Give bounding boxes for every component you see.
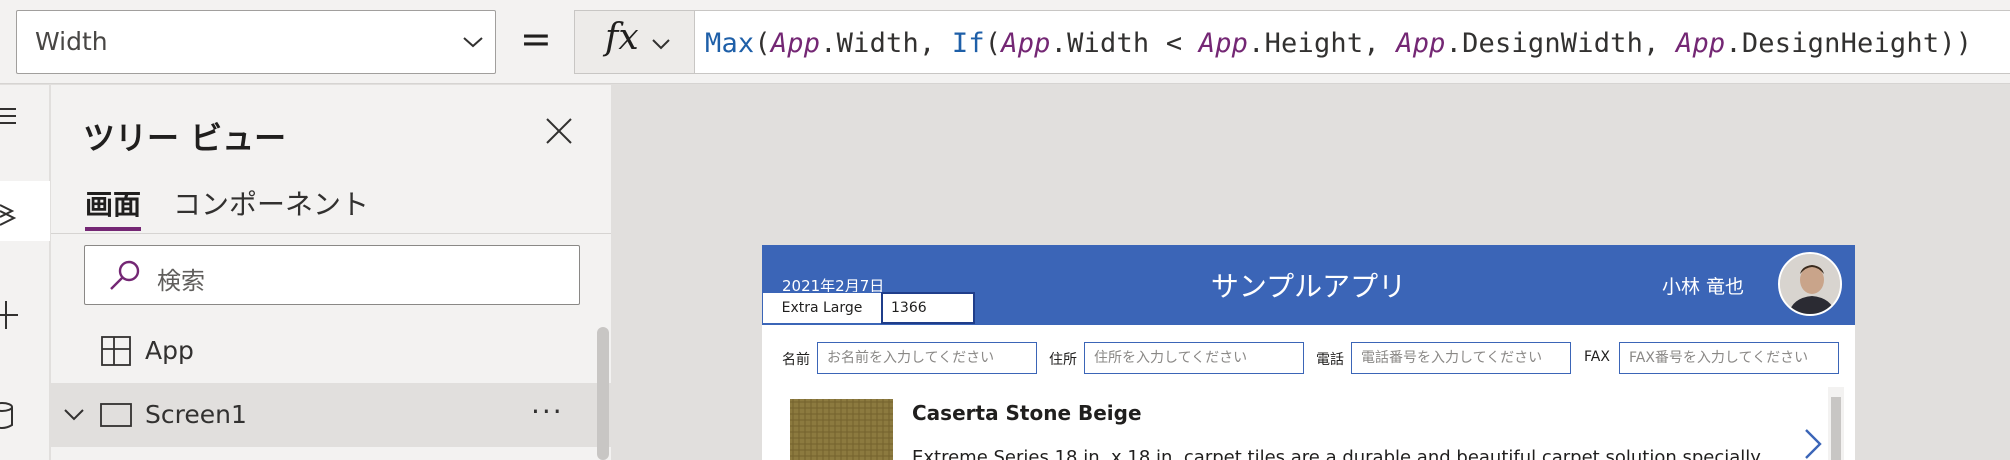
search-placeholder: 検索 (157, 267, 205, 295)
scrollbar[interactable] (1828, 387, 1844, 460)
tree-view-panel: ツリー ビュー 画面 コンポーネント 検索 App Screen1 ··· (51, 85, 611, 460)
search-icon (110, 260, 140, 290)
divider (51, 233, 611, 234)
formula-token: .DesignHeight)) (1725, 28, 1973, 59)
screen-icon (100, 403, 132, 427)
product-image (790, 399, 893, 460)
design-canvas: 2021年2月7日 サンプルアプリ 小林 竜也 Extra Large 1366… (612, 85, 2010, 460)
size-value: 1366 (881, 292, 975, 324)
formula-text: Max(App.Width, If(App.Width < App.Height… (705, 28, 1972, 59)
name-label: 名前 (782, 352, 810, 368)
left-rail (0, 85, 50, 460)
close-icon[interactable] (545, 117, 573, 145)
address-label: 住所 (1049, 352, 1077, 368)
app-preview: 2021年2月7日 サンプルアプリ 小林 竜也 Extra Large 1366… (762, 245, 1855, 460)
tab-screens-label: 画面 (85, 188, 142, 221)
formula-bar: Width = fx Max(App.Width, If(App.Width <… (0, 0, 2010, 84)
fx-icon: fx (605, 17, 639, 58)
fax-field[interactable]: FAX番号を入力してください (1619, 342, 1839, 374)
avatar-image (1780, 254, 1840, 314)
phone-field[interactable]: 電話番号を入力してください (1351, 342, 1571, 374)
tree-node-label: Screen1 (145, 400, 247, 429)
fax-label: FAX (1584, 349, 1610, 365)
formula-token: App (1396, 28, 1446, 59)
phone-label: 電話 (1316, 352, 1344, 368)
formula-token: App (1001, 28, 1051, 59)
insert-plus-icon[interactable] (0, 285, 50, 345)
tree-view-title: ツリー ビュー (83, 119, 287, 157)
product-description: Extreme Series 18 in. x 18 in. carpet ti… (912, 447, 1761, 460)
formula-token: Max (705, 28, 755, 59)
scrollbar[interactable] (597, 327, 609, 460)
tree-node-label: App (145, 336, 194, 365)
search-input[interactable]: 検索 (84, 245, 580, 305)
formula-token: If (951, 28, 985, 59)
app-grid-icon (101, 336, 131, 366)
formula-token: App (1676, 28, 1726, 59)
tab-components[interactable]: コンポーネント (173, 183, 369, 223)
fx-button[interactable]: fx (574, 10, 694, 74)
property-value: Width (35, 27, 108, 56)
address-field[interactable]: 住所を入力してください (1084, 342, 1304, 374)
user-name: 小林 竜也 (1662, 276, 1745, 298)
formula-token: .Width < (1050, 28, 1199, 59)
formula-token: .Width, (820, 28, 952, 59)
formula-token: .DesignWidth, (1445, 28, 1676, 59)
layers-icon[interactable] (0, 181, 50, 241)
formula-token: .Height, (1248, 28, 1397, 59)
hamburger-menu-icon[interactable] (0, 85, 50, 145)
chevron-right-icon[interactable] (1802, 427, 1824, 460)
property-dropdown[interactable]: Width (16, 10, 496, 74)
app-header: 2021年2月7日 サンプルアプリ 小林 竜也 Extra Large 1366 (762, 245, 1855, 325)
chevron-down-icon (463, 37, 483, 48)
chevron-down-icon[interactable] (63, 407, 85, 423)
input-fields-row: 名前 お名前を入力してください 住所 住所を入力してください 電話 電話番号を入… (762, 340, 1855, 376)
formula-token: App (770, 28, 821, 59)
name-field[interactable]: お名前を入力してください (817, 342, 1037, 374)
tree-node-screen1[interactable]: Screen1 ··· (51, 383, 611, 447)
formula-input[interactable]: Max(App.Width, If(App.Width < App.Height… (694, 10, 2010, 74)
more-options-button[interactable]: ··· (531, 395, 564, 428)
scrollbar-thumb[interactable] (1831, 397, 1841, 460)
equals-sign: = (520, 17, 552, 61)
product-name: Caserta Stone Beige (912, 401, 1142, 425)
formula-token: ( (754, 28, 771, 59)
list-item[interactable]: Caserta Stone Beige Extreme Series 18 in… (762, 387, 1855, 460)
tab-components-label: コンポーネント (173, 188, 370, 221)
tree-node-app[interactable]: App (51, 319, 611, 383)
avatar (1778, 252, 1842, 316)
data-cylinder-icon[interactable] (0, 385, 50, 445)
active-tab-indicator (85, 227, 142, 231)
chevron-down-icon (652, 39, 670, 50)
size-label: Extra Large (762, 292, 882, 324)
formula-token: App (1198, 28, 1249, 59)
formula-token: ( (984, 28, 1002, 59)
tab-screens[interactable]: 画面 (85, 183, 142, 231)
